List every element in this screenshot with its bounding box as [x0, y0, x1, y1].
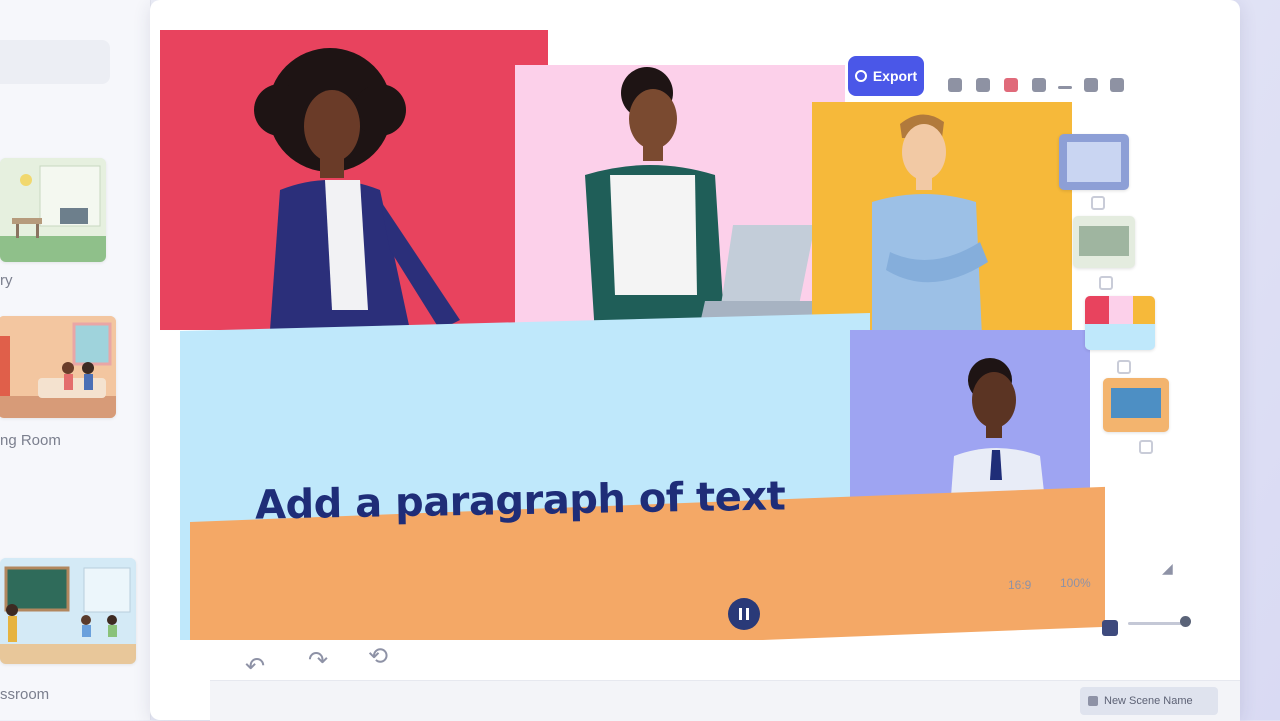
replay-icon[interactable]: ⟲: [368, 642, 388, 671]
man-arms-crossed-illustration: [872, 114, 988, 337]
scene-chip-label: New Scene Name: [1104, 695, 1193, 707]
man-portrait-illustration: [950, 358, 1046, 510]
scene-thumbnail-1[interactable]: [1059, 134, 1129, 190]
undo-icon[interactable]: ↶: [245, 652, 265, 681]
timeline-scene-chip[interactable]: New Scene Name: [1080, 687, 1218, 715]
zoom-slider-track[interactable]: [1128, 622, 1188, 625]
scene-thumbnail-2[interactable]: [1073, 216, 1135, 268]
scene-transition-icon[interactable]: [1139, 440, 1153, 454]
template-label-2: ng Room: [0, 432, 61, 449]
zoom-out-icon[interactable]: [1102, 620, 1118, 636]
scene-chip-icon: [1088, 696, 1098, 706]
classroom-scene-illustration: [0, 558, 136, 664]
redo-icon[interactable]: ↷: [308, 646, 328, 675]
fullscreen-icon[interactable]: ◢: [1162, 560, 1173, 577]
woman-character-illustration: [254, 48, 460, 330]
office-scene-illustration: [0, 158, 106, 262]
zoom-slider-handle[interactable]: [1180, 616, 1191, 627]
scene-transition-icon[interactable]: [1091, 196, 1105, 210]
scene-canvas[interactable]: [160, 30, 1105, 640]
template-label-1: ry: [0, 272, 13, 289]
scene-thumbnail-strip: [1055, 130, 1169, 470]
panel-yellow: [812, 102, 1072, 337]
panel-lavender: [850, 330, 1090, 510]
template-panel: ry ng Room ssroom: [0, 0, 151, 720]
scene-thumbnail-3[interactable]: [1085, 296, 1155, 350]
zoom-select[interactable]: 100%: [1060, 576, 1091, 590]
canvas-headline-text[interactable]: Add a paragraph of text: [255, 473, 786, 528]
aspect-ratio-select[interactable]: 16:9: [1008, 578, 1031, 592]
template-card-classroom[interactable]: [0, 558, 136, 664]
pause-button[interactable]: [728, 598, 760, 630]
panel-red: [160, 30, 548, 330]
template-card-living-room[interactable]: [0, 316, 116, 418]
template-search-field[interactable]: [0, 40, 110, 84]
close-icon[interactable]: [1110, 78, 1124, 92]
man-with-laptop-illustration: [585, 67, 815, 335]
living-room-scene-illustration: [0, 316, 116, 418]
scene-transition-icon[interactable]: [1099, 276, 1113, 290]
template-card-office[interactable]: [0, 158, 106, 262]
scene-transition-icon[interactable]: [1117, 360, 1131, 374]
scene-thumbnail-4[interactable]: [1103, 378, 1169, 432]
panel-pink: [515, 65, 845, 335]
template-label-3: ssroom: [0, 686, 50, 703]
timeline[interactable]: New Scene Name: [210, 680, 1240, 721]
